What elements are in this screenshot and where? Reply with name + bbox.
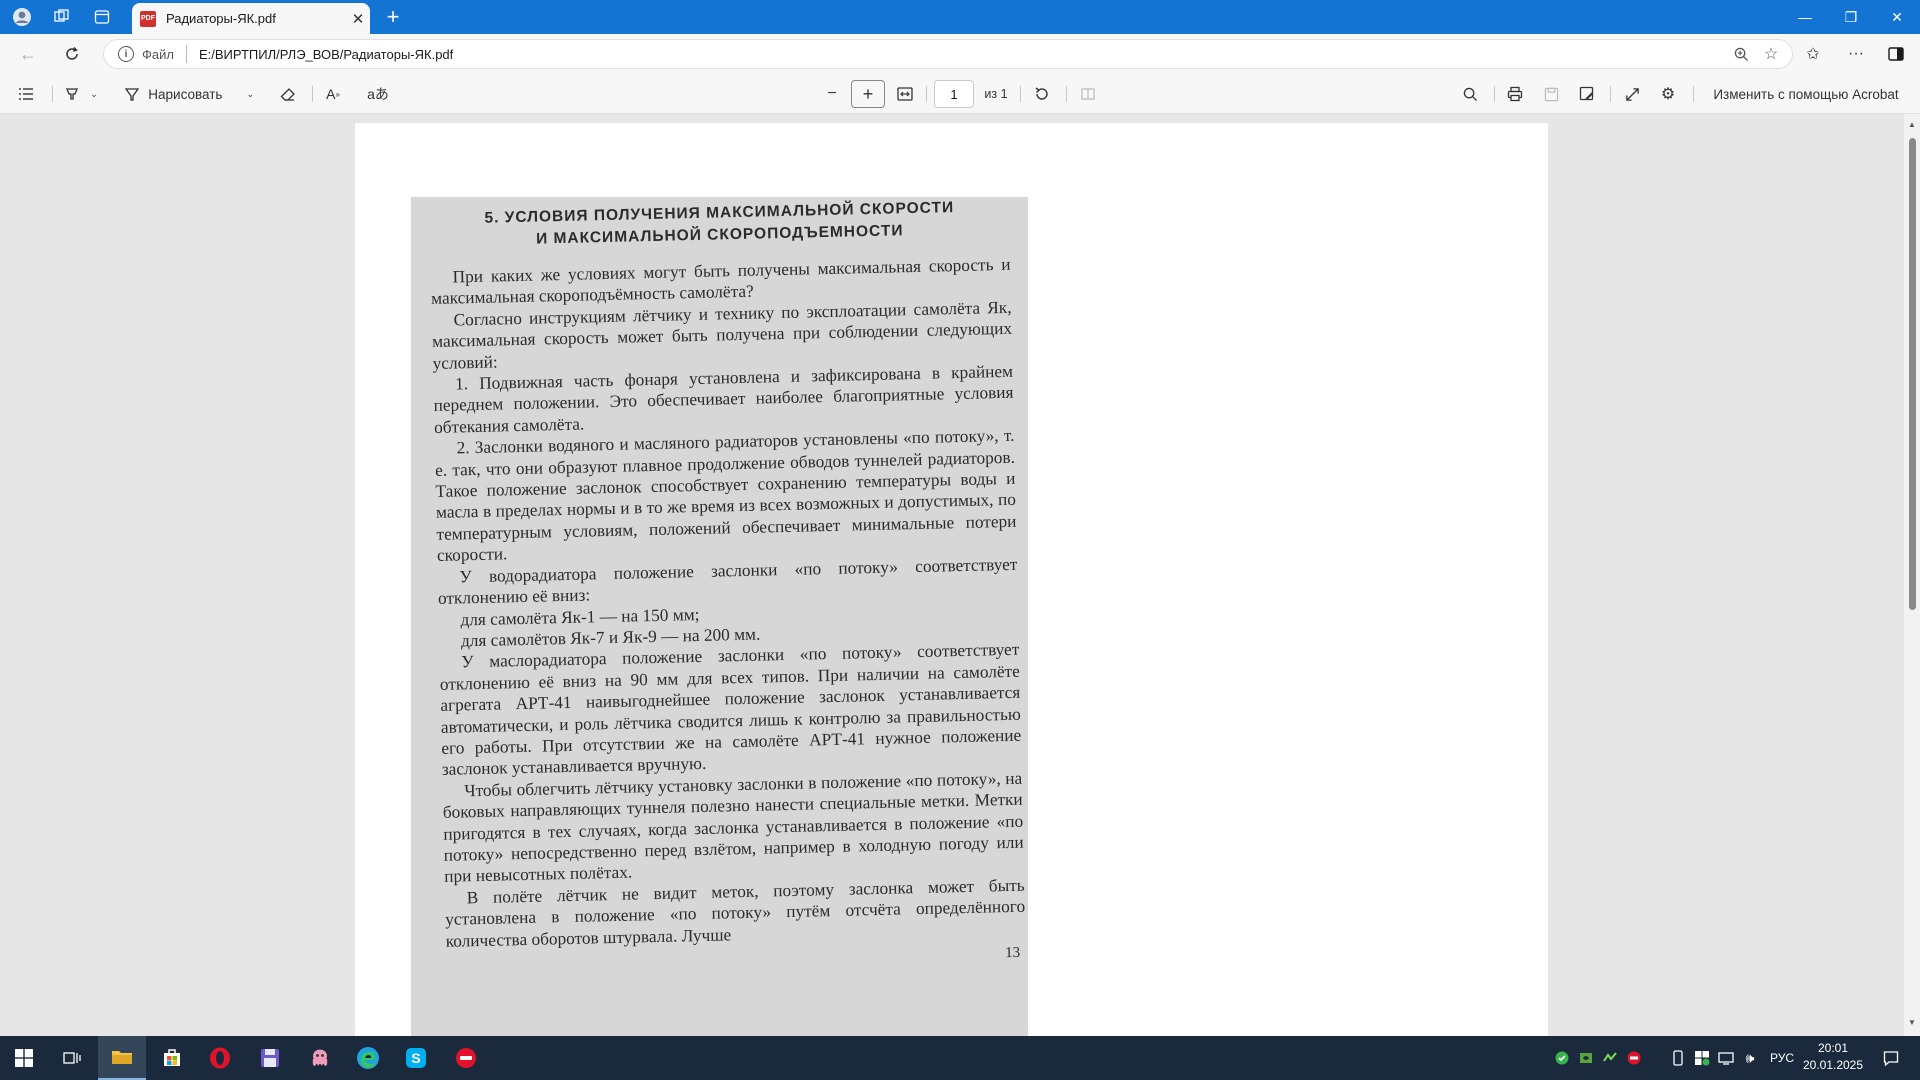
toolbar-divider xyxy=(1693,86,1694,102)
scroll-up-arrow-icon[interactable]: ▲ xyxy=(1907,120,1917,130)
tray-volume-icon[interactable]: 🕪 xyxy=(1740,1036,1760,1080)
toolbar-divider xyxy=(1494,86,1495,102)
toolbar-divider xyxy=(1066,86,1067,102)
pdf-page: 5. УСЛОВИЯ ПОЛУЧЕНИЯ МАКСИМАЛЬНОЙ СКОРОС… xyxy=(355,123,1548,1036)
toolbar-divider xyxy=(312,86,313,102)
sidebar-icon[interactable] xyxy=(1882,41,1910,67)
pdf-viewer: 5. УСЛОВИЯ ПОЛУЧЕНИЯ МАКСИМАЛЬНОЙ СКОРОС… xyxy=(0,114,1904,1036)
scroll-down-arrow-icon[interactable]: ▼ xyxy=(1907,1018,1917,1028)
draw-button[interactable]: Нарисовать ⌄ xyxy=(124,80,254,108)
page-total: из 1 xyxy=(984,87,1008,101)
address-bar: ← i Файл E:/ВИРТПИЛ/РЛЭ_ВОВ/Радиаторы-ЯК… xyxy=(0,34,1920,74)
svg-text:S: S xyxy=(411,1050,420,1066)
game-app-icon[interactable] xyxy=(296,1036,344,1080)
url-scheme: Файл xyxy=(142,46,174,62)
clock-date: 20.01.2025 xyxy=(1802,1058,1864,1072)
contents-icon[interactable] xyxy=(12,80,40,108)
start-button[interactable] xyxy=(0,1036,48,1080)
scanned-text: 5. УСЛОВИЯ ПОЛУЧЕНИЯ МАКСИМАЛЬНОЙ СКОРОС… xyxy=(429,197,1026,975)
read-aloud-icon[interactable]: A» xyxy=(318,80,348,108)
search-icon[interactable] xyxy=(1456,80,1484,108)
toolbar-divider xyxy=(52,86,53,102)
draw-label: Нарисовать xyxy=(148,86,223,102)
url-box[interactable]: i Файл E:/ВИРТПИЛ/РЛЭ_ВОВ/Радиаторы-ЯК.p… xyxy=(103,39,1793,69)
page-number-input[interactable]: 1 xyxy=(934,80,974,108)
url-divider xyxy=(185,45,187,63)
paragraph: В полёте лётчик не видит меток, поэтому … xyxy=(445,875,1026,951)
language-indicator[interactable]: РУС xyxy=(1764,1036,1800,1080)
page-view-icon[interactable] xyxy=(1074,80,1102,108)
title-bar: PDF Радиаторы-ЯК.pdf ✕ + — ❐ ✕ xyxy=(0,0,1920,34)
new-tab-button[interactable]: + xyxy=(380,4,406,30)
edge-icon[interactable] xyxy=(344,1036,392,1080)
vertical-scrollbar[interactable]: ▲ ▼ xyxy=(1904,114,1920,1036)
close-tab-icon[interactable]: ✕ xyxy=(346,7,370,31)
highlight-dropdown-icon[interactable]: ⌄ xyxy=(86,80,102,108)
zoom-icon[interactable] xyxy=(1726,41,1756,67)
clock[interactable]: 20:01 20.01.2025 xyxy=(1798,1040,1868,1074)
fit-page-icon[interactable] xyxy=(891,80,919,108)
translate-icon[interactable]: aあ xyxy=(364,80,392,108)
tab-title: Радиаторы-ЯК.pdf xyxy=(166,11,276,26)
task-view-icon[interactable] xyxy=(48,1036,96,1080)
tray-shield-icon[interactable] xyxy=(1692,1036,1712,1080)
heading-line-2: И МАКСИМАЛЬНОЙ СКОРОПОДЪЕМНОСТИ xyxy=(535,222,904,248)
eraser-icon[interactable] xyxy=(274,80,302,108)
tray-app-icon[interactable] xyxy=(1600,1036,1620,1080)
toolbar-divider xyxy=(1610,86,1611,102)
draw-dropdown-icon[interactable]: ⌄ xyxy=(246,89,254,100)
edit-with-acrobat-button[interactable]: Изменить с помощью Acrobat xyxy=(1700,80,1912,108)
refresh-button[interactable] xyxy=(58,41,86,67)
highlight-icon[interactable] xyxy=(58,80,86,108)
paragraph: Чтобы облегчить лётчику установку заслон… xyxy=(442,768,1024,887)
tray-network-icon[interactable] xyxy=(1716,1036,1736,1080)
back-button[interactable]: ← xyxy=(14,41,42,67)
toolbar-divider xyxy=(1020,86,1021,102)
workspaces-icon[interactable] xyxy=(48,4,76,30)
profile-icon[interactable] xyxy=(8,4,36,30)
save-app-icon[interactable] xyxy=(246,1036,294,1080)
opera-icon[interactable] xyxy=(196,1036,244,1080)
tab-pdf[interactable]: PDF Радиаторы-ЯК.pdf ✕ xyxy=(132,3,370,34)
settings-gear-icon[interactable]: ⚙ xyxy=(1654,80,1682,108)
tray-red-icon[interactable] xyxy=(1624,1036,1644,1080)
rotate-icon[interactable] xyxy=(1028,80,1056,108)
scrollbar-thumb[interactable] xyxy=(1909,138,1916,610)
fullscreen-icon[interactable] xyxy=(1618,80,1646,108)
site-info-icon[interactable]: i xyxy=(118,46,134,62)
paragraph: 2. Заслонки водяного и масляного радиато… xyxy=(434,426,1017,566)
favorites-icon[interactable]: ✩ xyxy=(1799,41,1827,67)
notifications-icon[interactable] xyxy=(1876,1036,1906,1080)
tray-security-icon[interactable] xyxy=(1552,1036,1572,1080)
clock-time: 20:01 xyxy=(1817,1041,1849,1055)
tab-actions-icon[interactable] xyxy=(88,4,116,30)
zoom-out-button[interactable]: − xyxy=(818,80,846,108)
file-explorer-icon[interactable] xyxy=(98,1036,146,1080)
save-icon[interactable] xyxy=(1537,80,1565,108)
scanned-page-image: 5. УСЛОВИЯ ПОЛУЧЕНИЯ МАКСИМАЛЬНОЙ СКОРОС… xyxy=(411,197,1028,1036)
zoom-in-button[interactable]: + xyxy=(851,80,885,108)
tray-device-icon[interactable] xyxy=(1668,1036,1688,1080)
restore-button[interactable]: ❐ xyxy=(1828,0,1874,34)
pdf-file-icon: PDF xyxy=(140,10,156,27)
save-as-icon[interactable] xyxy=(1573,80,1601,108)
paragraph: У маслорадиатора положение заслонки «по … xyxy=(439,640,1022,780)
pdf-toolbar: ⌄ Нарисовать ⌄ A» aあ − + 1 из 1 ⚙ Измени… xyxy=(0,74,1920,114)
draw-icon xyxy=(124,86,142,102)
store-icon[interactable] xyxy=(148,1036,196,1080)
red-app-icon[interactable] xyxy=(442,1036,490,1080)
taskbar: S 🕪 РУС 20:01 20.01.2025 xyxy=(0,1036,1920,1080)
toolbar-divider xyxy=(926,86,927,102)
skype-icon[interactable]: S xyxy=(392,1036,440,1080)
more-menu-icon[interactable]: ··· xyxy=(1842,41,1870,67)
minimize-button[interactable]: — xyxy=(1782,0,1828,34)
tray-nvidia-icon[interactable] xyxy=(1576,1036,1596,1080)
url-text[interactable]: E:/ВИРТПИЛ/РЛЭ_ВОВ/Радиаторы-ЯК.pdf xyxy=(199,47,1726,62)
print-icon[interactable] xyxy=(1501,80,1529,108)
close-window-button[interactable]: ✕ xyxy=(1874,0,1920,34)
section-heading: 5. УСЛОВИЯ ПОЛУЧЕНИЯ МАКСИМАЛЬНОЙ СКОРОС… xyxy=(429,197,1010,253)
favorite-star-icon[interactable]: ☆ xyxy=(1756,41,1786,67)
